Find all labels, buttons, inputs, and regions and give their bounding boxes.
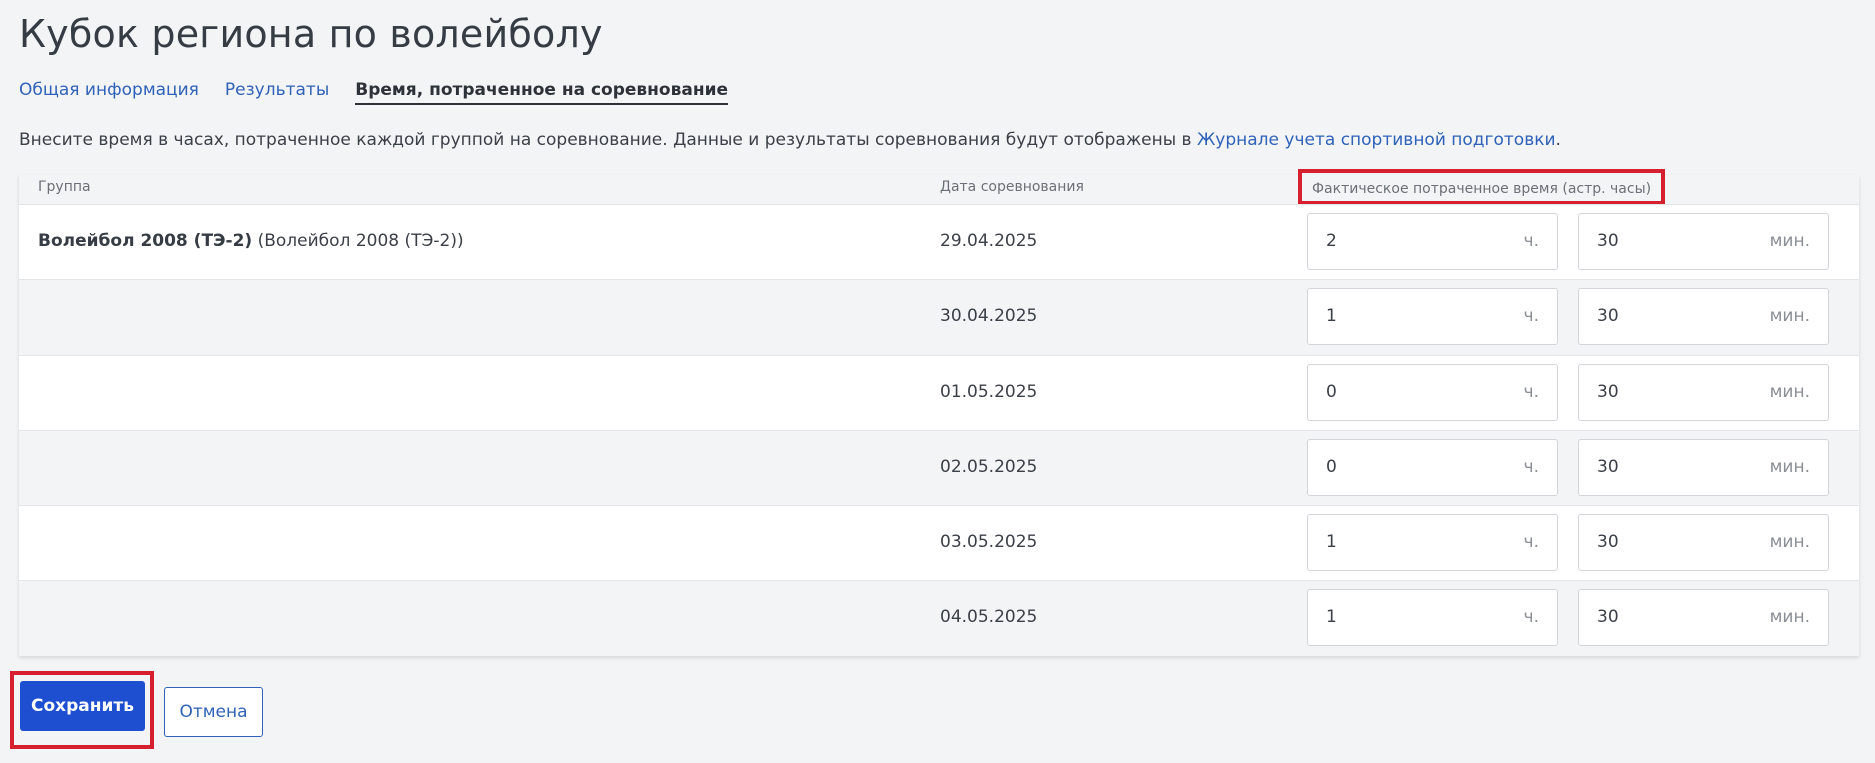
hours-unit: ч.: [1523, 456, 1539, 477]
hours-unit: ч.: [1523, 381, 1539, 402]
tab-time-spent[interactable]: Время, потраченное на соревнование: [355, 80, 729, 105]
minutes-unit: мин.: [1769, 381, 1810, 402]
minutes-value: 30: [1597, 381, 1619, 402]
minutes-input[interactable]: 30 мин.: [1578, 213, 1829, 270]
time-table: Группа Дата соревнования Фактическое пот…: [19, 169, 1859, 656]
date-cell: 03.05.2025: [940, 532, 1038, 553]
minutes-input[interactable]: 30 мин.: [1578, 288, 1829, 346]
header-time-highlighted: Фактическое потраченное время (астр. час…: [1298, 169, 1666, 205]
date-cell: 04.05.2025: [940, 607, 1038, 628]
date-cell: 02.05.2025: [940, 456, 1038, 477]
table-header: Группа Дата соревнования Фактическое пот…: [19, 169, 1859, 205]
intro-text: Внесите время в часах, потраченное каждо…: [19, 130, 1561, 150]
intro-body: Внесите время в часах, потраченное каждо…: [19, 130, 1197, 150]
hours-value: 0: [1326, 381, 1337, 402]
table-row: 03.05.2025 1 ч. 30 мин.: [19, 505, 1859, 581]
minutes-unit: мин.: [1769, 306, 1810, 327]
hours-input[interactable]: 1 ч.: [1307, 514, 1558, 572]
minutes-value: 30: [1597, 306, 1619, 327]
hours-value: 1: [1326, 532, 1337, 553]
hours-value: 1: [1326, 607, 1337, 628]
hours-input[interactable]: 0 ч.: [1307, 363, 1558, 421]
hours-value: 1: [1326, 306, 1337, 327]
hours-value: 0: [1326, 456, 1337, 477]
minutes-input[interactable]: 30 мин.: [1578, 438, 1829, 496]
minutes-value: 30: [1597, 231, 1619, 251]
date-cell: 30.04.2025: [940, 306, 1038, 327]
minutes-unit: мин.: [1769, 532, 1810, 553]
journal-link[interactable]: Журнале учета спортивной подготовки: [1197, 130, 1556, 150]
table-row: 04.05.2025 1 ч. 30 мин.: [19, 580, 1859, 656]
header-date: Дата соревнования: [940, 179, 1084, 195]
table-body: Волейбол 2008 (ТЭ-2) (Волейбол 2008 (ТЭ-…: [19, 204, 1859, 656]
save-button[interactable]: Сохранить: [20, 681, 145, 731]
page-title: Кубок региона по волейболу: [19, 12, 603, 56]
table-row: Волейбол 2008 (ТЭ-2) (Волейбол 2008 (ТЭ-…: [19, 204, 1859, 280]
hours-input[interactable]: 1 ч.: [1307, 589, 1558, 647]
table-row: 02.05.2025 0 ч. 30 мин.: [19, 429, 1859, 506]
tab-general-info[interactable]: Общая информация: [19, 80, 199, 105]
minutes-unit: мин.: [1769, 456, 1810, 477]
group-cell: Волейбол 2008 (ТЭ-2) (Волейбол 2008 (ТЭ-…: [38, 231, 464, 251]
minutes-input[interactable]: 30 мин.: [1578, 514, 1829, 572]
minutes-input[interactable]: 30 мин.: [1578, 589, 1829, 647]
hours-unit: ч.: [1523, 231, 1539, 251]
tab-results[interactable]: Результаты: [225, 80, 329, 105]
date-cell: 01.05.2025: [940, 381, 1038, 402]
group-alias: (Волейбол 2008 (ТЭ-2)): [257, 231, 464, 251]
header-group: Группа: [38, 179, 91, 195]
minutes-value: 30: [1597, 607, 1619, 628]
table-row: 01.05.2025 0 ч. 30 мин.: [19, 354, 1859, 430]
save-highlight: Сохранить: [10, 671, 154, 749]
hours-unit: ч.: [1523, 306, 1539, 327]
cancel-button[interactable]: Отмена: [164, 687, 263, 737]
hours-unit: ч.: [1523, 532, 1539, 553]
intro-suffix: .: [1555, 130, 1561, 150]
hours-value: 2: [1326, 231, 1337, 251]
hours-unit: ч.: [1523, 607, 1539, 628]
tabs: Общая информация Результаты Время, потра…: [19, 80, 729, 105]
hours-input[interactable]: 0 ч.: [1307, 438, 1558, 496]
minutes-input[interactable]: 30 мин.: [1578, 363, 1829, 421]
hours-input[interactable]: 1 ч.: [1307, 288, 1558, 346]
date-cell: 29.04.2025: [940, 231, 1038, 251]
minutes-unit: мин.: [1769, 231, 1810, 251]
minutes-value: 30: [1597, 456, 1619, 477]
minutes-unit: мин.: [1769, 607, 1810, 628]
minutes-value: 30: [1597, 532, 1619, 553]
hours-input[interactable]: 2 ч.: [1307, 213, 1558, 270]
table-row: 30.04.2025 1 ч. 30 мин.: [19, 279, 1859, 355]
group-name: Волейбол 2008 (ТЭ-2): [38, 231, 253, 251]
